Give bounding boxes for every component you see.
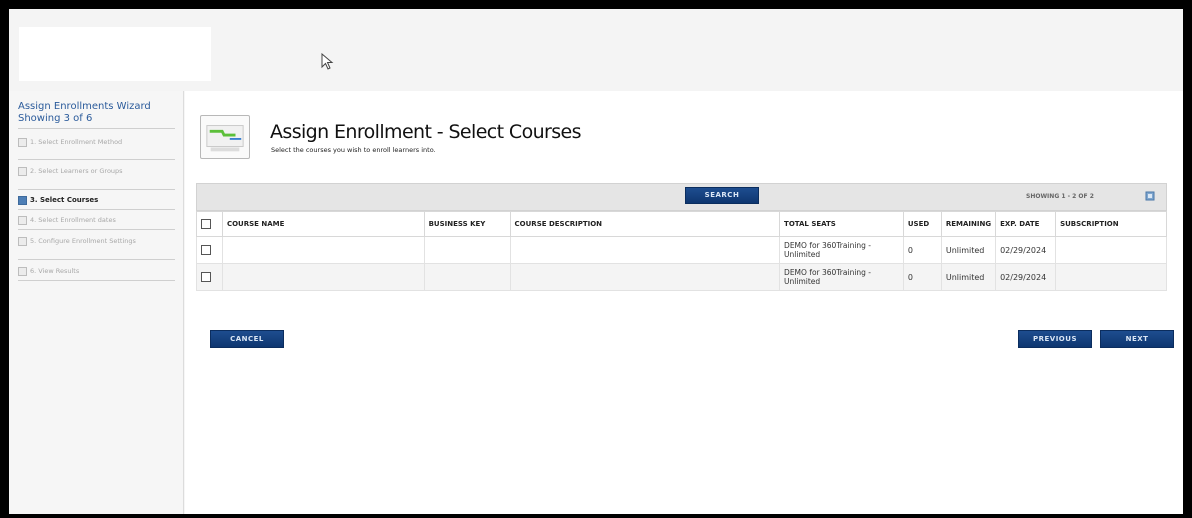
previous-button[interactable]: PREVIOUS bbox=[1018, 330, 1092, 348]
exp-date-cell: 02/29/2024 bbox=[995, 236, 1057, 264]
divider bbox=[18, 189, 175, 190]
step-checkbox-icon bbox=[18, 196, 27, 205]
showing-count: SHOWING 1 - 2 OF 2 bbox=[1026, 193, 1094, 200]
wizard-title: Assign Enrollments Wizard Showing 3 of 6 bbox=[18, 101, 173, 125]
step-label: 5. Configure Enrollment Settings bbox=[30, 237, 136, 245]
col-subscription[interactable]: SUBSCRIPTION bbox=[1055, 211, 1167, 237]
divider bbox=[18, 259, 175, 260]
step-label: 2. Select Learners or Groups bbox=[30, 167, 123, 175]
exp-date-cell: 02/29/2024 bbox=[995, 263, 1057, 291]
top-header-bar bbox=[9, 9, 1183, 91]
col-exp-date[interactable]: EXP. DATE bbox=[995, 211, 1057, 237]
step-checkbox-icon bbox=[18, 216, 27, 225]
select-all-header bbox=[196, 211, 223, 237]
business-key-cell bbox=[423, 263, 511, 291]
step-label: 1. Select Enrollment Method bbox=[30, 138, 123, 146]
search-button[interactable]: SEARCH bbox=[685, 187, 759, 204]
step-label: 4. Select Enrollment dates bbox=[30, 216, 116, 224]
remaining-cell: Unlimited bbox=[940, 263, 997, 291]
course-name-cell bbox=[221, 263, 425, 291]
page-title: Assign Enrollment - Select Courses bbox=[270, 121, 582, 143]
col-course-name[interactable]: COURSE NAME bbox=[221, 211, 425, 237]
wizard-sidebar: Assign Enrollments Wizard Showing 3 of 6… bbox=[9, 91, 184, 514]
step-checkbox-icon bbox=[18, 138, 27, 147]
cancel-button[interactable]: CANCEL bbox=[210, 330, 284, 348]
table-header-row: COURSE NAME BUSINESS KEY COURSE DESCRIPT… bbox=[196, 211, 1167, 237]
courses-grid: SEARCH SHOWING 1 - 2 OF 2 COURSE NAME BU… bbox=[196, 183, 1167, 306]
next-button[interactable]: NEXT bbox=[1100, 330, 1174, 348]
col-used[interactable]: USED bbox=[902, 211, 942, 237]
courses-table: COURSE NAME BUSINESS KEY COURSE DESCRIPT… bbox=[196, 211, 1167, 291]
mouse-cursor-icon bbox=[321, 53, 334, 70]
divider bbox=[18, 128, 175, 129]
logo-area bbox=[19, 27, 211, 81]
subscription-cell bbox=[1055, 236, 1167, 264]
wizard-progress: Showing 3 of 6 bbox=[18, 113, 93, 124]
row-select-cell bbox=[196, 236, 223, 264]
total-seats-cell: DEMO for 360Training - Unlimited bbox=[779, 236, 904, 264]
app-window: Assign Enrollments Wizard Showing 3 of 6… bbox=[9, 9, 1183, 514]
course-name-cell bbox=[221, 236, 425, 264]
divider bbox=[18, 280, 175, 281]
description-cell bbox=[509, 236, 781, 264]
remaining-cell: Unlimited bbox=[940, 236, 997, 264]
wizard-title-text: Assign Enrollments Wizard bbox=[18, 101, 151, 112]
col-business-key[interactable]: BUSINESS KEY bbox=[423, 211, 511, 237]
step-checkbox-icon bbox=[18, 167, 27, 176]
row-checkbox[interactable] bbox=[201, 272, 211, 282]
step-label: 6. View Results bbox=[30, 267, 80, 275]
page-subtitle: Select the courses you wish to enroll le… bbox=[271, 146, 436, 154]
table-row: DEMO for 360Training - Unlimited 0 Unlim… bbox=[196, 236, 1167, 264]
main-content: Assign Enrollment - Select Courses Selec… bbox=[185, 91, 1183, 514]
course-enrollment-icon bbox=[200, 115, 250, 159]
divider bbox=[18, 229, 175, 230]
table-row: DEMO for 360Training - Unlimited 0 Unlim… bbox=[196, 263, 1167, 291]
used-cell: 0 bbox=[902, 236, 942, 264]
col-course-description[interactable]: COURSE DESCRIPTION bbox=[509, 211, 781, 237]
step-label: 3. Select Courses bbox=[30, 196, 99, 204]
col-total-seats[interactable]: TOTAL SEATS bbox=[779, 211, 904, 237]
col-remaining[interactable]: REMAINING bbox=[940, 211, 997, 237]
subscription-cell bbox=[1055, 263, 1167, 291]
used-cell: 0 bbox=[902, 263, 942, 291]
step-checkbox-icon bbox=[18, 267, 27, 276]
grid-toolbar: SEARCH SHOWING 1 - 2 OF 2 bbox=[196, 183, 1167, 211]
divider bbox=[18, 209, 175, 210]
business-key-cell bbox=[423, 236, 511, 264]
total-seats-cell: DEMO for 360Training - Unlimited bbox=[779, 263, 904, 291]
export-icon[interactable] bbox=[1145, 191, 1155, 201]
row-select-cell bbox=[196, 263, 223, 291]
description-cell bbox=[509, 263, 781, 291]
step-checkbox-icon bbox=[18, 237, 27, 246]
select-all-checkbox[interactable] bbox=[201, 219, 211, 229]
divider bbox=[18, 159, 175, 160]
row-checkbox[interactable] bbox=[201, 245, 211, 255]
